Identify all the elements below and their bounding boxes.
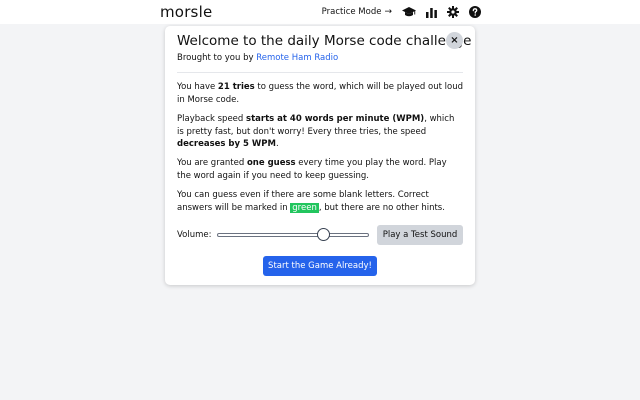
app-logo[interactable]: morsle	[160, 3, 212, 21]
welcome-modal: Welcome to the daily Morse code challeng…	[165, 26, 475, 285]
divider	[177, 72, 463, 73]
text: You have	[177, 82, 218, 92]
text: .	[275, 139, 279, 149]
volume-slider[interactable]	[217, 228, 369, 242]
subtitle-prefix: Brought to you by	[177, 53, 257, 63]
practice-mode-label: Practice Mode	[321, 7, 382, 17]
practice-mode-link[interactable]: Practice Mode →	[322, 7, 392, 17]
one-guess: one guess	[246, 158, 296, 168]
hints-paragraph: You can guess even if there are some bla…	[177, 189, 463, 214]
volume-label: Volume:	[177, 230, 212, 240]
modal-subtitle: Brought to you by Remote Ham Radio	[177, 53, 338, 63]
graduation-cap-icon[interactable]	[402, 5, 416, 19]
play-test-sound-button[interactable]: Play a Test Sound	[377, 225, 463, 245]
remote-ham-radio-link[interactable]: Remote Ham Radio	[256, 53, 338, 63]
slider-thumb[interactable]	[317, 228, 331, 241]
gear-icon[interactable]	[446, 5, 460, 19]
modal-title: Welcome to the daily Morse code challeng…	[177, 33, 472, 49]
volume-row: Volume: Play a Test Sound	[177, 225, 463, 245]
tries-paragraph: You have 21 tries to guess the word, whi…	[177, 81, 463, 106]
slider-track[interactable]	[217, 233, 369, 237]
help-icon[interactable]	[468, 5, 482, 19]
start-game-button[interactable]: Start the Game Already!	[263, 256, 377, 276]
top-bar: morsle Practice Mode →	[0, 0, 640, 24]
bar-chart-icon[interactable]	[424, 5, 438, 19]
text: You are granted	[177, 158, 247, 168]
speed-start: starts at 40 words per minute (WPM)	[246, 114, 425, 124]
text: , but there are no other hints.	[318, 202, 445, 213]
guess-paragraph: You are granted one guess every time you…	[177, 157, 463, 182]
close-button[interactable]: ×	[446, 32, 463, 49]
speed-paragraph: Playback speed starts at 40 words per mi…	[177, 113, 463, 151]
arrow-right-icon: →	[384, 7, 392, 17]
text: Playback speed	[177, 114, 247, 124]
green-tag: green	[290, 202, 319, 213]
speed-decrease: decreases by 5 WPM	[177, 139, 276, 149]
tries-count: 21 tries	[217, 82, 255, 92]
top-nav: Practice Mode →	[322, 5, 482, 19]
